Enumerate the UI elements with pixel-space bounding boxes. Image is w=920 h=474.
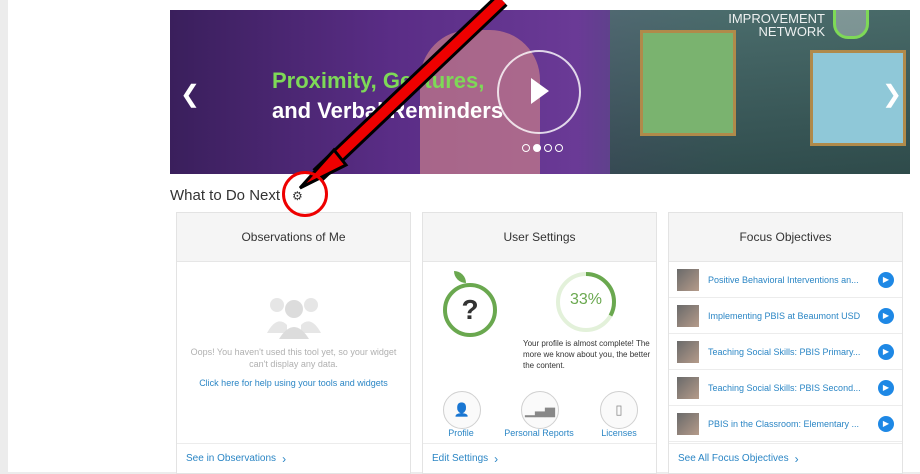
chevron-right-icon: ›	[282, 451, 287, 466]
objective-thumbnail	[677, 268, 699, 291]
chevron-right-icon[interactable]: ▶	[878, 379, 894, 396]
banner-title-line2: and Verbal Reminders	[272, 98, 504, 123]
profile-link[interactable]: Profile	[433, 428, 489, 438]
section-title: What to Do Next	[170, 187, 281, 204]
bar-chart-icon[interactable]: ▁▃▅	[521, 391, 559, 429]
chevron-right-icon: ›	[794, 451, 799, 466]
objective-link[interactable]: Implementing PBIS at Beaumont USD	[708, 311, 870, 321]
see-in-observations-link[interactable]: See in Observations ›	[177, 443, 410, 473]
question-icon: ?	[443, 283, 497, 337]
edit-settings-link[interactable]: Edit Settings ›	[423, 443, 656, 473]
users-icon	[267, 298, 321, 339]
footer-link-label: Edit Settings	[432, 453, 489, 464]
chevron-right-icon[interactable]: ▶	[878, 307, 894, 324]
chevron-right-icon[interactable]: ▶	[878, 415, 894, 432]
licenses-link[interactable]: Licenses	[589, 428, 649, 438]
objective-link[interactable]: PBIS in the Classroom: Elementary ...	[708, 419, 870, 429]
footer-link-label: See in Observations	[186, 453, 277, 464]
list-item[interactable]: Positive Behavioral Interventions an... …	[669, 262, 902, 298]
objective-thumbnail	[677, 304, 699, 327]
widget-title: Observations of Me	[177, 213, 410, 262]
carousel-dot[interactable]	[522, 144, 530, 152]
hero-banner[interactable]: Proximity, Gestures, and Verbal Reminder…	[170, 10, 910, 174]
leaf-icon	[454, 271, 466, 283]
progress-label: 33%	[569, 291, 603, 308]
observations-widget: Observations of Me Oops! You haven't use…	[176, 212, 411, 474]
widget-title: Focus Objectives	[669, 213, 902, 262]
objective-list: Positive Behavioral Interventions an... …	[669, 262, 902, 442]
profile-completion-text: Your profile is almost complete! The mor…	[523, 339, 651, 370]
help-link[interactable]: Click here for help using your tools and…	[187, 378, 400, 388]
list-item[interactable]: PBIS in the Classroom: Elementary ... ▶	[669, 406, 902, 442]
objective-thumbnail	[677, 376, 699, 399]
document-icon[interactable]: ▯	[600, 391, 638, 429]
list-item[interactable]: Teaching Social Skills: PBIS Primary... …	[669, 334, 902, 370]
objective-link[interactable]: Teaching Social Skills: PBIS Second...	[708, 383, 870, 393]
personal-reports-link[interactable]: Personal Reports	[493, 428, 585, 438]
chevron-right-icon[interactable]: ❯	[882, 80, 902, 109]
carousel-dot[interactable]	[555, 144, 563, 152]
brand-logo	[833, 10, 869, 39]
list-item[interactable]: Implementing PBIS at Beaumont USD ▶	[669, 298, 902, 334]
focus-objectives-widget: Focus Objectives Positive Behavioral Int…	[668, 212, 903, 474]
carousel-dots[interactable]	[522, 144, 563, 152]
objective-link[interactable]: Positive Behavioral Interventions an...	[708, 275, 870, 285]
user-icon[interactable]: 👤	[443, 391, 481, 429]
brand-line2: NETWORK	[758, 24, 825, 39]
empty-state-text: Oops! You haven't used this tool yet, so…	[190, 347, 397, 369]
user-settings-widget: User Settings ? 33% Your profile is almo…	[422, 212, 657, 474]
carousel-dot-active[interactable]	[533, 144, 541, 152]
carousel-dot[interactable]	[544, 144, 552, 152]
objective-link[interactable]: Teaching Social Skills: PBIS Primary...	[708, 347, 870, 357]
annotation-circle	[282, 171, 328, 217]
play-icon[interactable]	[497, 50, 581, 134]
banner-board	[640, 30, 736, 136]
banner-title-line1: Proximity, Gestures,	[272, 68, 485, 93]
chevron-right-icon[interactable]: ▶	[878, 343, 894, 360]
objective-thumbnail	[677, 340, 699, 363]
footer-link-label: See All Focus Objectives	[678, 453, 789, 464]
see-all-focus-objectives-link[interactable]: See All Focus Objectives ›	[669, 443, 902, 473]
objective-thumbnail	[677, 412, 699, 435]
list-item[interactable]: Teaching Social Skills: PBIS Second... ▶	[669, 370, 902, 406]
chevron-right-icon[interactable]: ▶	[878, 271, 894, 288]
chevron-left-icon[interactable]: ❮	[180, 80, 200, 109]
brand-text: IMPROVEMENT NETWORK	[715, 12, 825, 38]
widget-title: User Settings	[423, 213, 656, 262]
chevron-right-icon: ›	[494, 451, 499, 466]
